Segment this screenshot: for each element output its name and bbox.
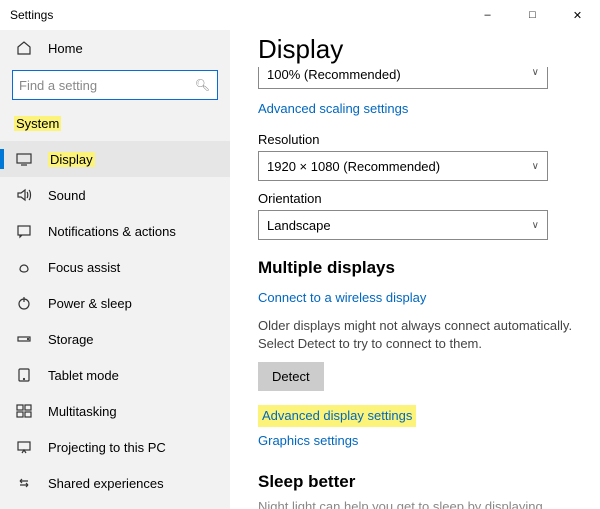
shared-icon — [14, 475, 34, 491]
orientation-value: Landscape — [267, 218, 331, 233]
titlebar: Settings – □ ✕ — [0, 0, 600, 30]
graphics-settings-link[interactable]: Graphics settings — [258, 433, 358, 448]
sidebar-item-multitasking[interactable]: Multitasking — [0, 393, 230, 429]
minimize-button[interactable]: – — [465, 0, 510, 30]
orientation-label: Orientation — [258, 191, 600, 206]
sidebar-item-projecting[interactable]: Projecting to this PC — [0, 429, 230, 465]
main-content: Display 100% (Recommended) ∨ Advanced sc… — [230, 30, 600, 509]
sidebar-item-label: Projecting to this PC — [48, 440, 166, 455]
sidebar-item-label: Multitasking — [48, 404, 117, 419]
sidebar-item-remote-desktop[interactable]: Remote Desktop — [0, 501, 230, 509]
page-title: Display — [258, 34, 600, 65]
focus-assist-icon — [14, 259, 34, 275]
sidebar: Home 🔍︎ System Display Sound Notificatio… — [0, 30, 230, 509]
sidebar-item-power-sleep[interactable]: Power & sleep — [0, 285, 230, 321]
resolution-value: 1920 × 1080 (Recommended) — [267, 159, 440, 174]
sidebar-item-label: Display — [48, 152, 95, 167]
sidebar-item-label: Focus assist — [48, 260, 120, 275]
projecting-icon — [14, 439, 34, 455]
sidebar-item-storage[interactable]: Storage — [0, 321, 230, 357]
sidebar-item-label: Notifications & actions — [48, 224, 176, 239]
storage-icon — [14, 331, 34, 347]
older-displays-text: Older displays might not always connect … — [258, 317, 578, 352]
window-controls: – □ ✕ — [465, 0, 600, 30]
advanced-display-highlight: Advanced display settings — [258, 405, 416, 427]
connect-wireless-link[interactable]: Connect to a wireless display — [258, 290, 426, 305]
chevron-down-icon: ∨ — [532, 220, 539, 231]
sound-icon — [14, 187, 34, 203]
notifications-icon — [14, 223, 34, 239]
sidebar-item-label: Storage — [48, 332, 94, 347]
multitasking-icon — [14, 403, 34, 419]
display-icon — [14, 151, 34, 167]
maximize-button[interactable]: □ — [510, 0, 555, 30]
sidebar-item-label: Power & sleep — [48, 296, 132, 311]
power-icon — [14, 295, 34, 311]
sidebar-item-label: Shared experiences — [48, 476, 164, 491]
home-label: Home — [48, 41, 83, 56]
advanced-display-link[interactable]: Advanced display settings — [262, 408, 412, 423]
orientation-dropdown[interactable]: Landscape ∨ — [258, 210, 548, 240]
chevron-down-icon: ∨ — [532, 161, 539, 172]
resolution-dropdown[interactable]: 1920 × 1080 (Recommended) ∨ — [258, 151, 548, 181]
home-button[interactable]: Home — [0, 32, 230, 64]
detect-button[interactable]: Detect — [258, 362, 324, 391]
tablet-icon — [14, 367, 34, 383]
sidebar-item-sound[interactable]: Sound — [0, 177, 230, 213]
category-heading: System — [0, 106, 230, 141]
sidebar-item-label: Sound — [48, 188, 86, 203]
sleep-better-heading: Sleep better — [258, 472, 600, 492]
search-container: 🔍︎ — [0, 64, 230, 106]
sidebar-item-label: Tablet mode — [48, 368, 119, 383]
advanced-scaling-link[interactable]: Advanced scaling settings — [258, 101, 408, 116]
sidebar-item-tablet-mode[interactable]: Tablet mode — [0, 357, 230, 393]
scale-value: 100% (Recommended) — [267, 67, 401, 82]
scale-dropdown[interactable]: 100% (Recommended) ∨ — [258, 67, 548, 89]
sidebar-item-display[interactable]: Display — [0, 141, 230, 177]
window-title: Settings — [10, 8, 53, 22]
close-button[interactable]: ✕ — [555, 0, 600, 30]
resolution-label: Resolution — [258, 132, 600, 147]
search-input[interactable] — [12, 70, 218, 100]
sidebar-item-focus-assist[interactable]: Focus assist — [0, 249, 230, 285]
sleep-better-text: Night light can help you get to sleep by… — [258, 498, 578, 509]
category-label: System — [14, 116, 61, 131]
sidebar-item-shared-experiences[interactable]: Shared experiences — [0, 465, 230, 501]
multiple-displays-heading: Multiple displays — [258, 258, 600, 278]
home-icon — [14, 40, 34, 56]
chevron-down-icon: ∨ — [532, 67, 539, 78]
sidebar-item-notifications[interactable]: Notifications & actions — [0, 213, 230, 249]
